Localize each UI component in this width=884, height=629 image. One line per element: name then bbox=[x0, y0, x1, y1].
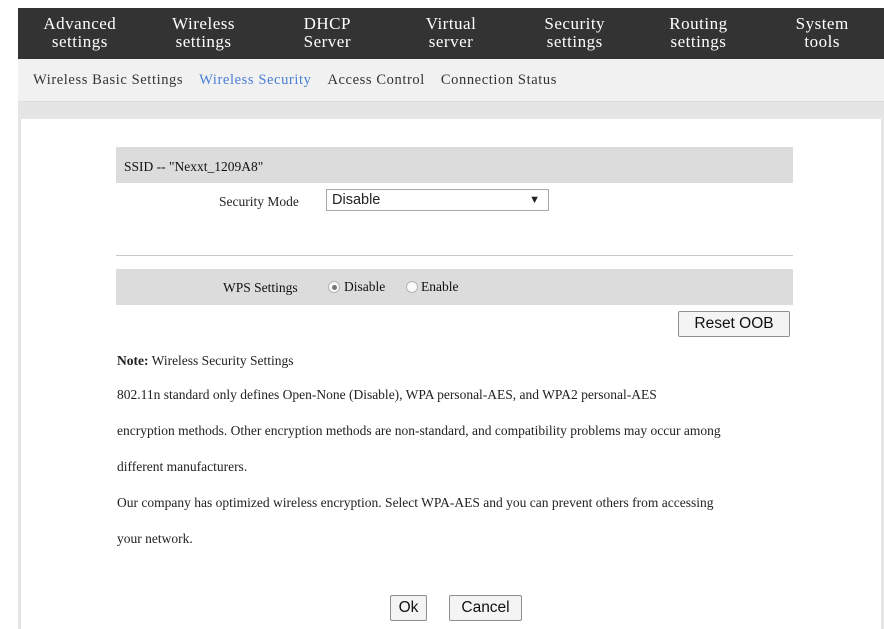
nav-label: Wireless bbox=[172, 14, 235, 33]
nav-label: settings bbox=[546, 32, 603, 51]
ssid-label: SSID -- "Nexxt_1209A8" bbox=[124, 159, 264, 174]
wps-row: WPS Settings Disable Enable bbox=[116, 269, 793, 305]
security-mode-value: Disable bbox=[332, 192, 381, 208]
wps-enable-label: Enable bbox=[421, 279, 459, 294]
ok-button[interactable]: Ok bbox=[390, 595, 427, 621]
nav-virtual-server[interactable]: Virtual server bbox=[389, 8, 513, 59]
subnav-wireless-security[interactable]: Wireless Security bbox=[199, 72, 311, 89]
wps-settings-label: WPS Settings bbox=[223, 280, 298, 295]
subnav-connection-status[interactable]: Connection Status bbox=[441, 72, 557, 89]
nav-label: server bbox=[428, 32, 474, 51]
note-heading: Note: Wireless Security Settings bbox=[117, 353, 294, 369]
ssid-row: SSID -- "Nexxt_1209A8" bbox=[116, 147, 793, 183]
security-mode-select[interactable]: Disable ▼ bbox=[326, 189, 549, 211]
nav-dhcp-server[interactable]: DHCP Server bbox=[265, 8, 389, 59]
nav-label: settings bbox=[670, 32, 727, 51]
subnav-access-control[interactable]: Access Control bbox=[327, 72, 424, 89]
content-panel: SSID -- "Nexxt_1209A8" Security Mode Dis… bbox=[21, 119, 881, 629]
nav-advanced-settings[interactable]: Advanced settings bbox=[18, 8, 142, 59]
nav-system-tools[interactable]: System tools bbox=[760, 8, 884, 59]
note-line: encryption methods. Other encryption met… bbox=[117, 423, 721, 438]
note-line: your network. bbox=[117, 531, 193, 546]
nav-label: Server bbox=[303, 32, 351, 51]
nav-label: Security bbox=[544, 14, 606, 33]
note-title-rest: Wireless Security Settings bbox=[148, 353, 294, 368]
nav-routing-settings[interactable]: Routing settings bbox=[637, 8, 761, 59]
nav-label: settings bbox=[175, 32, 232, 51]
dropdown-arrow-icon: ▼ bbox=[529, 194, 540, 206]
nav-wireless-settings[interactable]: Wireless settings bbox=[142, 8, 266, 67]
security-mode-label: Security Mode bbox=[219, 194, 299, 209]
nav-label: tools bbox=[804, 32, 840, 51]
nav-label: DHCP bbox=[303, 14, 351, 33]
main-nav: Advanced settings Wireless settings DHCP… bbox=[18, 8, 884, 67]
nav-label: System bbox=[795, 14, 849, 33]
reset-oob-button[interactable]: Reset OOB bbox=[678, 311, 790, 337]
wps-disable-radio[interactable] bbox=[328, 281, 340, 293]
nav-label: Routing bbox=[669, 14, 728, 33]
wps-enable-radio[interactable] bbox=[406, 281, 418, 293]
note-line: different manufacturers. bbox=[117, 459, 248, 474]
content-frame: SSID -- "Nexxt_1209A8" Security Mode Dis… bbox=[18, 102, 884, 629]
nav-label: settings bbox=[51, 32, 108, 51]
note-title: Note: bbox=[117, 353, 149, 368]
note-line: Our company has optimized wireless encry… bbox=[117, 495, 714, 510]
nav-security-settings[interactable]: Security settings bbox=[513, 8, 637, 59]
note-line: 802.11n standard only defines Open-None … bbox=[117, 387, 657, 402]
subnav-wireless-basic-settings[interactable]: Wireless Basic Settings bbox=[33, 72, 183, 89]
sub-nav: Wireless Basic Settings Wireless Securit… bbox=[18, 59, 884, 102]
divider bbox=[116, 255, 793, 256]
wps-disable-label: Disable bbox=[344, 279, 386, 294]
cancel-button[interactable]: Cancel bbox=[449, 595, 522, 621]
nav-label: Virtual bbox=[425, 14, 477, 33]
nav-label: Advanced bbox=[43, 14, 117, 33]
